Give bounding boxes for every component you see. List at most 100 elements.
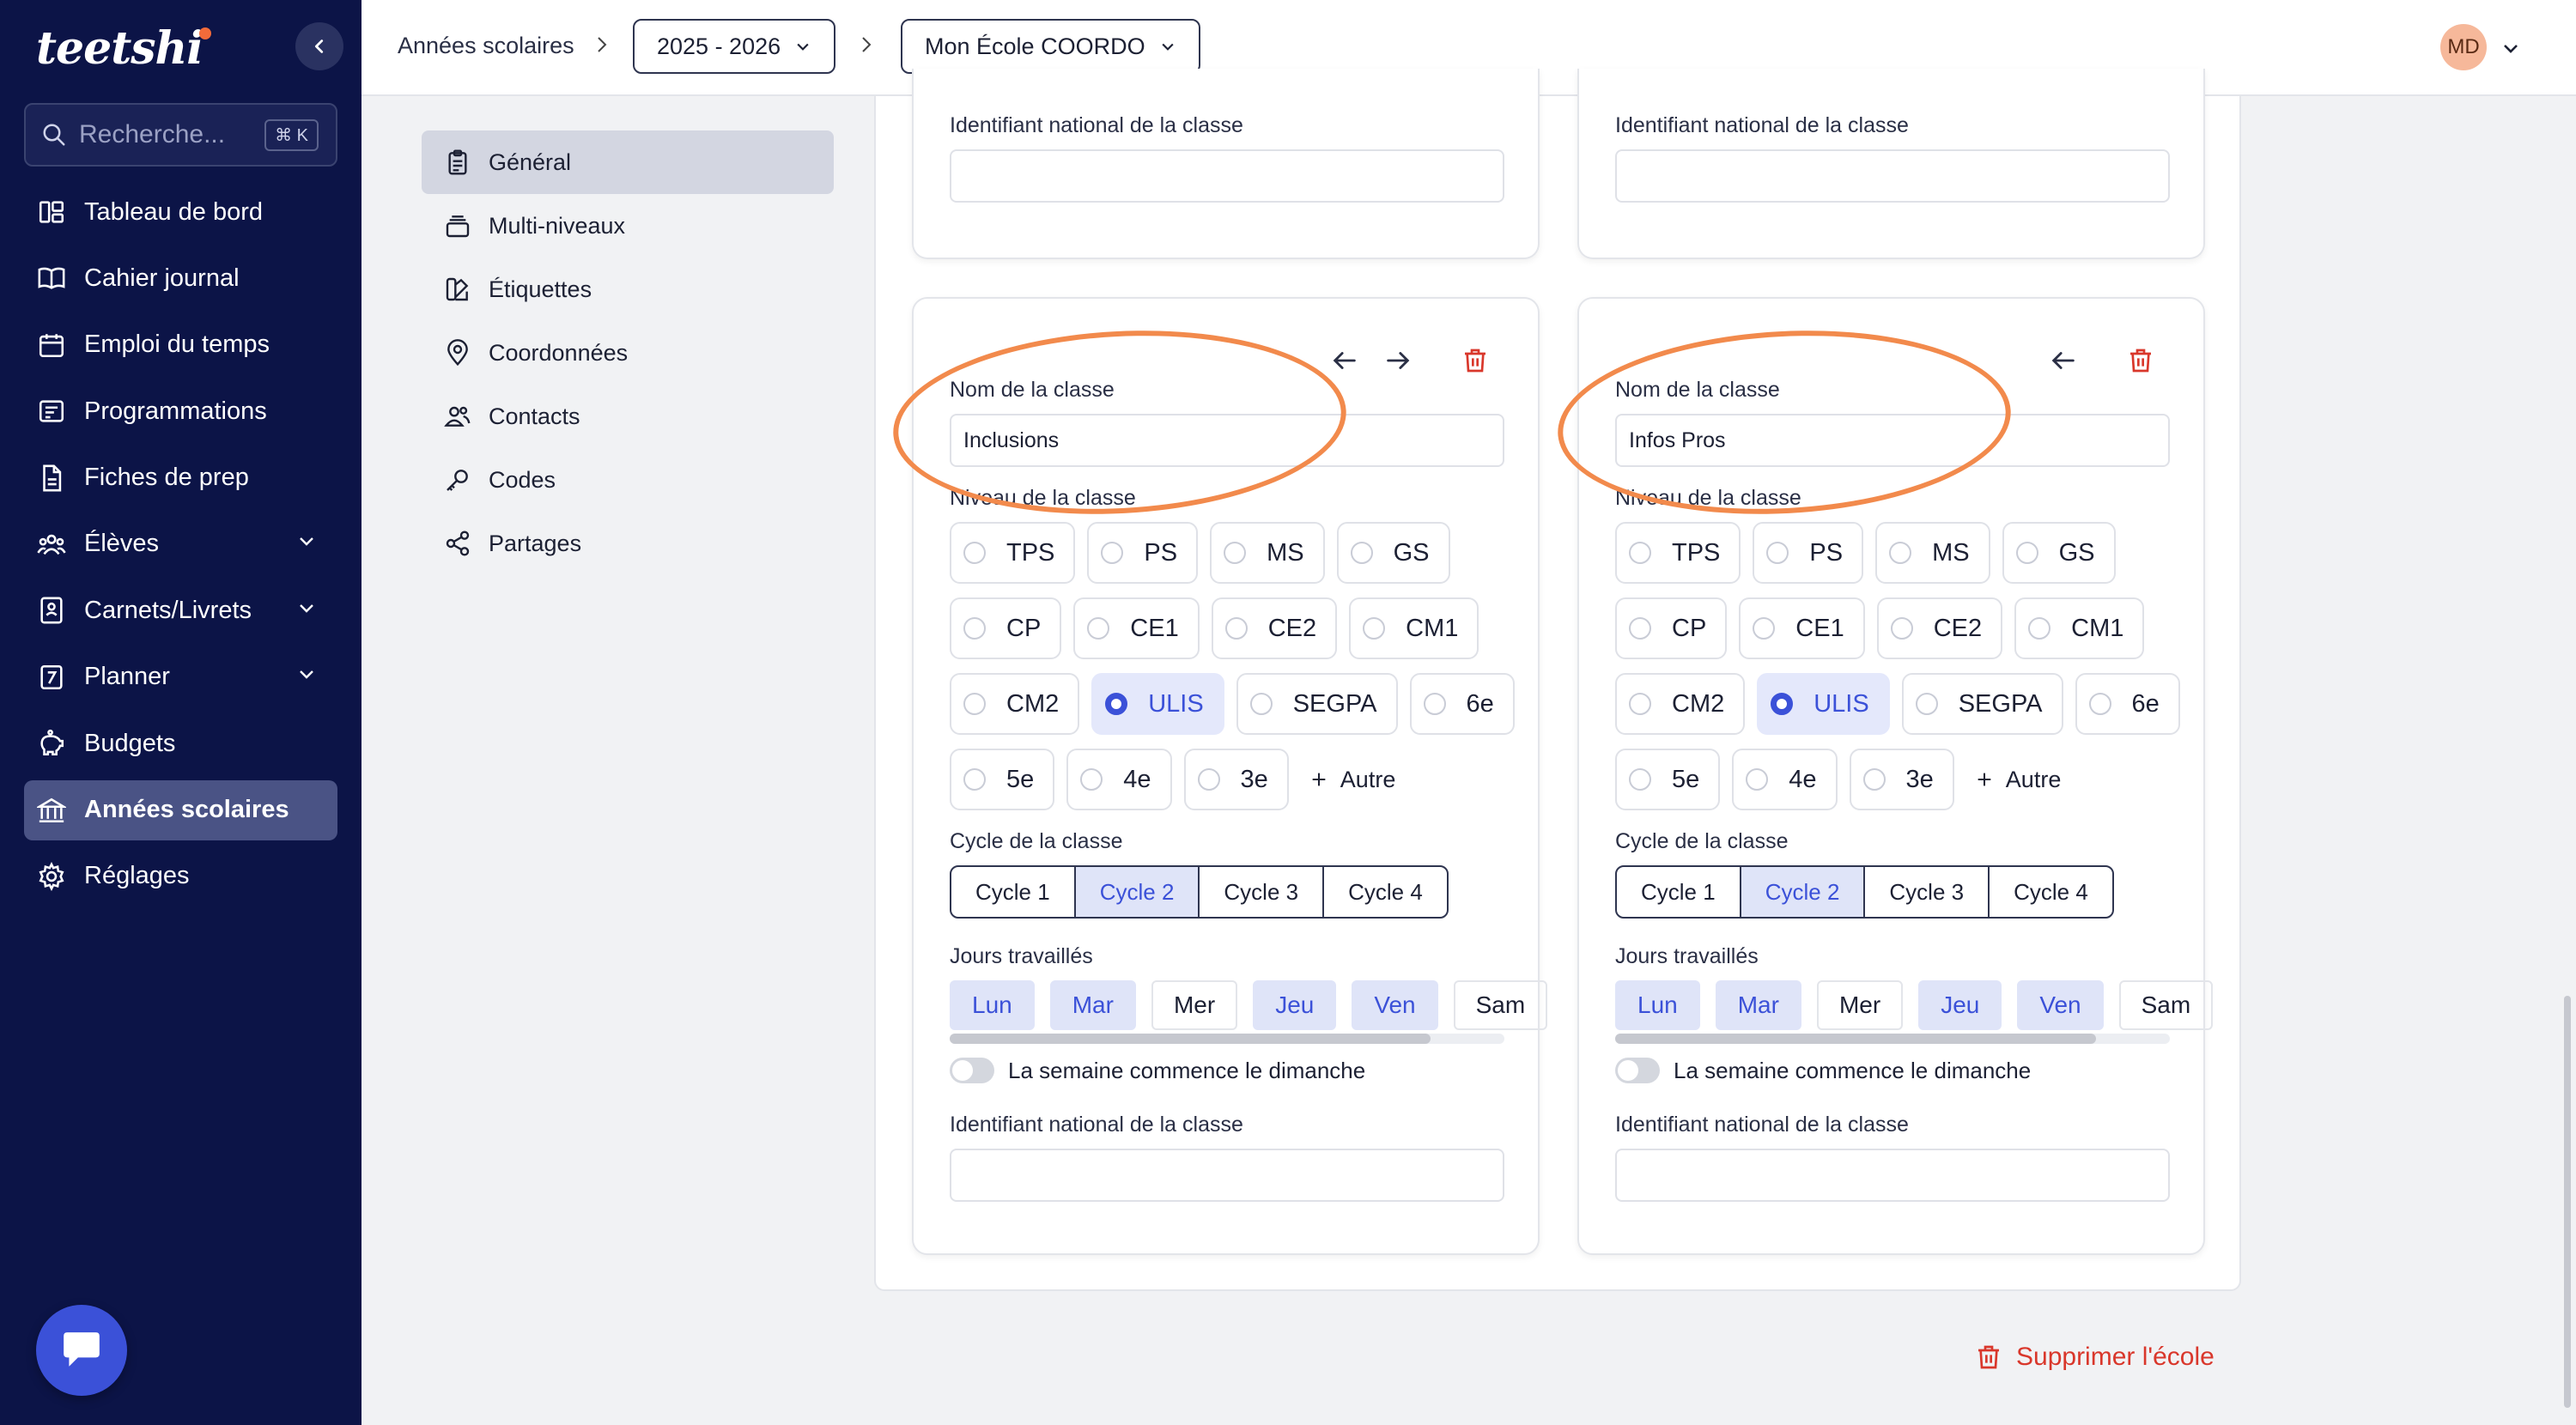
sidebar-item-fiches-de-prep[interactable]: Fiches de prep <box>24 448 337 508</box>
gear-icon <box>36 861 67 892</box>
level-option-gs[interactable]: GS <box>1336 522 1450 584</box>
avatar[interactable]: MD <box>2440 24 2487 70</box>
level-option-4e[interactable]: 4e <box>1732 749 1838 810</box>
day-mar[interactable]: Mar <box>1049 980 1136 1030</box>
tab-contacts[interactable]: Contacts <box>422 385 834 448</box>
cycle-option-2[interactable]: Cycle 2 <box>1075 867 1200 917</box>
move-left-button[interactable] <box>2046 343 2081 378</box>
national-id-input[interactable] <box>950 1149 1504 1202</box>
days-scrollbar[interactable] <box>1615 1034 2170 1044</box>
level-option-ulis[interactable]: ULIS <box>1757 673 1890 735</box>
collapse-sidebar-button[interactable] <box>295 22 343 70</box>
page-scrollbar[interactable] <box>2564 996 2571 1408</box>
level-option-5e[interactable]: 5e <box>1615 749 1721 810</box>
cycle-option-4[interactable]: Cycle 4 <box>1324 867 1447 917</box>
chat-button[interactable] <box>36 1305 127 1396</box>
cycle-option-2[interactable]: Cycle 2 <box>1741 867 1866 917</box>
level-option-segpa[interactable]: SEGPA <box>1901 673 2063 735</box>
move-right-button[interactable] <box>1381 343 1415 378</box>
level-option-ce2[interactable]: CE2 <box>1876 597 2003 659</box>
notebook-icon <box>36 595 67 626</box>
day-lun[interactable]: Lun <box>950 980 1035 1030</box>
level-option-tps[interactable]: TPS <box>950 522 1076 584</box>
cycle-option-1[interactable]: Cycle 1 <box>951 867 1076 917</box>
app-logo[interactable]: teetshi <box>36 22 215 75</box>
delete-school-button[interactable]: Supprimer l'école <box>1975 1343 2215 1372</box>
tab-general[interactable]: Général <box>422 130 834 194</box>
add-other-level-button[interactable]: Autre <box>1966 749 2070 810</box>
sidebar-item-reglages[interactable]: Réglages <box>24 846 337 907</box>
level-option-ps[interactable]: PS <box>1087 522 1199 584</box>
class-name-label: Nom de la classe <box>950 378 1115 402</box>
national-id-input[interactable] <box>1615 149 2170 203</box>
level-option-segpa[interactable]: SEGPA <box>1236 673 1398 735</box>
level-option-gs[interactable]: GS <box>2002 522 2116 584</box>
delete-class-button[interactable] <box>2123 343 2158 378</box>
level-option-tps[interactable]: TPS <box>1615 522 1741 584</box>
breadcrumb-root[interactable]: Années scolaires <box>398 33 574 59</box>
day-jeu[interactable]: Jeu <box>1918 980 2002 1030</box>
sidebar-item-tableau-de-bord[interactable]: Tableau de bord <box>24 182 337 242</box>
level-option-cp[interactable]: CP <box>1615 597 1728 659</box>
level-option-cm2[interactable]: CM2 <box>950 673 1080 735</box>
national-id-input[interactable] <box>950 149 1504 203</box>
tab-etiquettes[interactable]: Étiquettes <box>422 258 834 321</box>
school-select[interactable]: Mon École COORDO <box>901 19 1200 74</box>
chevron-down-icon[interactable] <box>2500 38 2521 63</box>
tab-multi-niveaux[interactable]: Multi-niveaux <box>422 194 834 258</box>
add-other-level-button[interactable]: Autre <box>1301 749 1405 810</box>
day-mer[interactable]: Mer <box>1816 980 1904 1030</box>
level-option-cp[interactable]: CP <box>950 597 1062 659</box>
level-option-cm1[interactable]: CM1 <box>1349 597 1479 659</box>
day-mar[interactable]: Mar <box>1715 980 1801 1030</box>
day-ven[interactable]: Ven <box>2017 980 2104 1030</box>
level-option-4e[interactable]: 4e <box>1066 749 1172 810</box>
level-option-6e[interactable]: 6e <box>1409 673 1515 735</box>
sidebar-item-programmations[interactable]: Programmations <box>24 381 337 441</box>
search-input[interactable]: Recherche... ⌘ K <box>24 103 337 167</box>
level-option-ms[interactable]: MS <box>1875 522 1990 584</box>
level-option-5e[interactable]: 5e <box>950 749 1055 810</box>
days-scrollbar[interactable] <box>950 1034 1504 1044</box>
move-left-button[interactable] <box>1327 343 1362 378</box>
week-start-toggle[interactable] <box>1615 1058 1660 1083</box>
sidebar-item-eleves[interactable]: Élèves <box>24 514 337 574</box>
cycle-option-3[interactable]: Cycle 3 <box>1200 867 1325 917</box>
level-option-6e[interactable]: 6e <box>2075 673 2180 735</box>
sidebar-item-label: Programmations <box>84 397 267 425</box>
level-option-ulis[interactable]: ULIS <box>1091 673 1224 735</box>
week-start-toggle[interactable] <box>950 1058 994 1083</box>
tab-codes[interactable]: Codes <box>422 448 834 512</box>
cycle-option-1[interactable]: Cycle 1 <box>1617 867 1741 917</box>
day-sam[interactable]: Sam <box>2118 980 2214 1030</box>
sidebar-item-annees-scolaires[interactable]: Années scolaires <box>24 779 337 840</box>
class-name-input[interactable]: Inclusions <box>950 414 1504 467</box>
level-option-3e[interactable]: 3e <box>1849 749 1954 810</box>
day-lun[interactable]: Lun <box>1615 980 1700 1030</box>
level-option-ms[interactable]: MS <box>1210 522 1325 584</box>
year-select[interactable]: 2025 - 2026 <box>633 19 836 74</box>
level-option-cm2[interactable]: CM2 <box>1615 673 1746 735</box>
day-jeu[interactable]: Jeu <box>1253 980 1337 1030</box>
class-name-input[interactable]: Infos Pros <box>1615 414 2170 467</box>
day-ven[interactable]: Ven <box>1352 980 1438 1030</box>
sidebar-item-planner[interactable]: Planner <box>24 647 337 707</box>
cycle-option-4[interactable]: Cycle 4 <box>1990 867 2112 917</box>
sidebar-item-emploi-du-temps[interactable]: Emploi du temps <box>24 315 337 375</box>
tab-partages[interactable]: Partages <box>422 512 834 575</box>
cycle-option-3[interactable]: Cycle 3 <box>1865 867 1990 917</box>
sidebar-item-carnets-livrets[interactable]: Carnets/Livrets <box>24 580 337 640</box>
level-option-cm1[interactable]: CM1 <box>2014 597 2145 659</box>
level-option-ce1[interactable]: CE1 <box>1739 597 1865 659</box>
level-option-ce2[interactable]: CE2 <box>1211 597 1338 659</box>
day-sam[interactable]: Sam <box>1453 980 1548 1030</box>
delete-class-button[interactable] <box>1458 343 1492 378</box>
tab-coordonnees[interactable]: Coordonnées <box>422 321 834 385</box>
sidebar-item-cahier-journal[interactable]: Cahier journal <box>24 248 337 308</box>
national-id-input[interactable] <box>1615 1149 2170 1202</box>
level-option-ce1[interactable]: CE1 <box>1073 597 1200 659</box>
level-option-3e[interactable]: 3e <box>1183 749 1289 810</box>
level-option-ps[interactable]: PS <box>1753 522 1864 584</box>
sidebar-item-budgets[interactable]: Budgets <box>24 713 337 773</box>
day-mer[interactable]: Mer <box>1151 980 1238 1030</box>
